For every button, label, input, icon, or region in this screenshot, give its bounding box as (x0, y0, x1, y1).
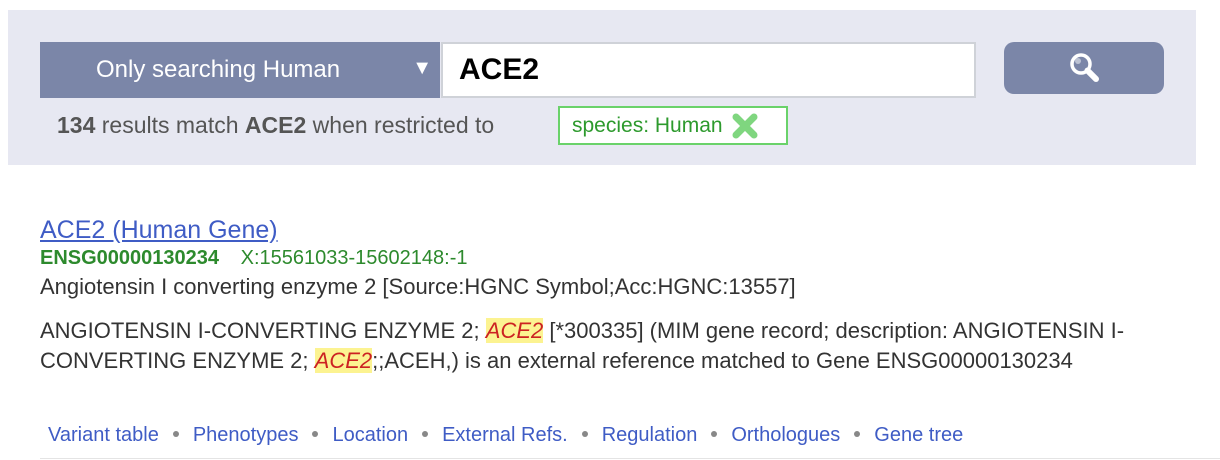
remove-filter-icon[interactable] (731, 112, 759, 140)
link-separator (711, 430, 718, 437)
filter-label: species: Human (572, 113, 723, 137)
link-variant-table[interactable]: Variant table (48, 424, 159, 446)
mim-description: ANGIOTENSIN I-CONVERTING ENZYME 2; ACE2 … (40, 316, 1220, 376)
divider (40, 458, 1220, 459)
search-input[interactable] (441, 42, 976, 98)
gene-id: ENSG00000130234 (40, 247, 220, 269)
mim-highlight-2: ACE2 (314, 348, 373, 373)
link-gene-tree[interactable]: Gene tree (874, 424, 963, 446)
link-separator (422, 430, 429, 437)
result-id-line: ENSG00000130234 X:15561033-15602148:-1 (40, 247, 1220, 270)
magnifier-icon (1070, 53, 1099, 82)
species-dropdown-label: Only searching Human (96, 56, 341, 83)
search-result: ACE2 (Human Gene) ENSG00000130234 X:1556… (40, 216, 1220, 376)
result-links: Variant table Phenotypes Location External … (48, 424, 963, 447)
result-title-link[interactable]: ACE2 (Human Gene) (40, 216, 278, 245)
link-external-refs[interactable]: External Refs. (442, 424, 568, 446)
mim-text-1: ANGIOTENSIN I-CONVERTING ENZYME 2; (40, 318, 486, 343)
results-term: ACE2 (244, 112, 307, 138)
gene-location: X:15561033-15602148:-1 (240, 247, 468, 269)
results-text-end: when restricted to (312, 112, 495, 138)
link-separator (854, 430, 861, 437)
species-dropdown[interactable]: Only searching Human ▼ (40, 42, 440, 98)
link-separator (312, 430, 319, 437)
dropdown-arrow-icon: ▼ (412, 57, 432, 79)
result-description: Angiotensin I converting enzyme 2 [Sourc… (40, 274, 796, 299)
link-separator (172, 430, 179, 437)
mim-text-3: ;;ACEH,) is an external reference matche… (372, 348, 1073, 373)
link-location[interactable]: Location (332, 424, 408, 446)
results-text-middle: results match (101, 112, 239, 138)
link-phenotypes[interactable]: Phenotypes (193, 424, 299, 446)
results-summary: 134 results match ACE2 when restricted t… (57, 112, 494, 139)
mim-highlight-1: ACE2 (485, 318, 544, 343)
species-filter-tag: species: Human (558, 106, 788, 145)
link-separator (581, 430, 588, 437)
link-regulation[interactable]: Regulation (602, 424, 698, 446)
search-button[interactable] (1004, 42, 1164, 94)
results-count: 134 (57, 112, 96, 138)
link-orthologues[interactable]: Orthologues (731, 424, 840, 446)
